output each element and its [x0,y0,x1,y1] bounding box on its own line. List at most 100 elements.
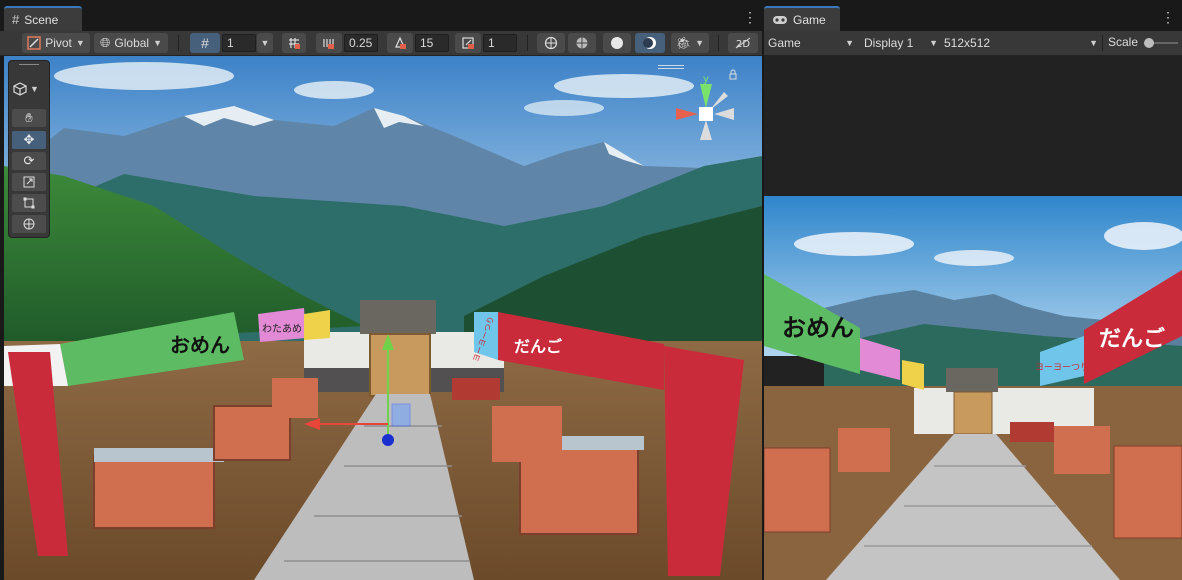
scale-snap-field[interactable]: 1 [483,34,517,52]
left-mid-sign-text: わたあめ [262,323,302,335]
scene-tabstrip: # Scene ⋮ [0,0,762,31]
gizmo-cone-y [700,84,712,108]
gizmo-cone-x [676,108,698,120]
increment-snap-field[interactable]: 0.25 [344,34,378,52]
shaded-wireframe-button[interactable] [568,33,596,53]
chevron-down-icon: ▼ [75,38,85,48]
game-cloud [934,250,1014,266]
resolution-label: 512x512 [944,36,991,50]
display-label: Display 1 [864,36,914,50]
pivot-label: Pivot [45,36,72,50]
grid-size-dropdown[interactable]: ▼ [257,33,273,53]
global-label: Global [114,36,150,50]
move-tool-button[interactable]: ✥ [12,131,46,149]
lit-mode-button[interactable] [635,33,665,53]
wireframe-shading-button[interactable] [537,33,565,53]
scale-snap-icon [462,37,474,49]
pivot-dropdown[interactable]: Pivot ▼ [22,33,90,53]
snap-grid-icon [289,38,300,49]
grid-size-field[interactable]: 1 [222,34,256,52]
rect-tool-button[interactable] [12,194,46,212]
game-gate-door [953,391,993,435]
cloud [54,62,234,90]
gizmo-plane-handle [391,403,411,427]
lit-sphere-icon [643,37,656,49]
chevron-down-icon: ▼ [260,38,270,48]
scene-more-options-icon[interactable]: ⋮ [743,10,757,24]
pivot-icon [27,36,41,50]
rotate-snap-field[interactable]: 15 [415,34,449,52]
grid-visibility-toggle[interactable]: # [190,33,220,53]
gizmo-cone-negy [700,120,712,140]
scale-icon [23,176,35,188]
display-dropdown[interactable]: Display 1 ▼ [864,34,938,52]
wireframe-sphere-icon [544,36,558,50]
grid-icon: # [201,35,209,51]
scale-slider[interactable] [1144,38,1178,48]
game-right-sign-text: だんご [1099,326,1165,352]
scene-tab[interactable]: # Scene [4,6,82,31]
rotate-tool-button[interactable]: ⟳ [12,152,46,170]
chevron-down-icon: ▼ [1089,38,1098,48]
chevron-down-icon: ▼ [929,38,938,48]
cloud [524,100,604,116]
2d-mode-toggle[interactable]: 2D [728,33,758,53]
game-left-sign-text: おめん [782,314,854,342]
hand-tool-button[interactable]: ✋︎ [12,109,46,127]
scene-tab-label: Scene [24,12,59,27]
2d-toggle-icon: 2D [735,37,750,49]
chevron-down-icon: ▼ [845,38,854,48]
rect-transform-icon [23,197,35,209]
resolution-dropdown[interactable]: 512x512 ▼ [944,34,1098,52]
scene-toolbar: Pivot ▼ 🌐︎ Global ▼ # 1 ▼ 0.25 15 1 🐞︎ ▼ [0,31,762,56]
svg-text:2D: 2D [736,39,750,49]
game-mode-label: Game [768,36,801,50]
view-options-dropdown[interactable]: ▼ [13,81,43,97]
game-right-stall-body [1113,445,1182,539]
lock-icon[interactable] [729,69,737,80]
grid-snap-button[interactable] [282,33,306,53]
scale-label: Scale [1108,35,1139,49]
gizmo-center-handle [382,434,394,446]
right-far-stall [452,378,500,400]
game-cloud [1104,222,1182,250]
chevron-down-icon: ▼ [695,38,705,48]
debug-draw-mode-dropdown[interactable]: 🐞︎ ▼ [671,33,709,53]
game-view-area: おめん だんご ヨーヨーつり [764,56,1182,580]
game-tab[interactable]: Game [764,6,840,31]
shaded-mode-button[interactable] [603,33,631,53]
toolbar-divider [1102,35,1103,51]
game-left-mid-body [838,428,890,472]
game-view[interactable]: おめん だんご ヨーヨーつり [764,196,1182,580]
game-right-far-stall [1010,422,1054,442]
chevron-down-icon: ▼ [153,38,162,48]
scale-slider-handle[interactable] [1144,38,1154,48]
cube-icon [13,82,27,96]
transform-all-icon [23,218,35,230]
toolbar-divider [718,35,719,51]
game-right-mid-body [1054,426,1110,474]
cloud [294,81,374,99]
global-dropdown[interactable]: 🌐︎ Global ▼ [94,33,168,53]
game-tabstrip: Game ⋮ [764,0,1182,31]
game-mode-dropdown[interactable]: Game ▼ [768,34,854,52]
gate-roof [360,300,436,334]
palette-drag-handle[interactable] [19,64,39,65]
scene-viewport[interactable]: おめん わたあめ だんご ヨーヨーつり y [4,56,762,580]
toolbar-divider [178,35,179,51]
transform-tool-button[interactable] [12,215,46,233]
left-stall-body [93,455,215,529]
scale-tool-button[interactable] [12,173,46,191]
orientation-gizmo[interactable]: y [668,68,740,160]
game-render: おめん だんご ヨーヨーつり [764,196,1182,580]
rotate-snap-icon [395,36,406,49]
shaded-wireframe-icon [576,37,588,49]
increment-snap-icon [323,39,334,49]
scale-snap-icon-button[interactable] [455,33,481,53]
gizmo-y-label: y [703,74,709,85]
game-more-options-icon[interactable]: ⋮ [1161,10,1175,24]
shaded-sphere-icon [611,37,623,49]
rotate-snap-icon-button[interactable] [387,33,413,53]
gizmo-cone-negx [714,108,734,120]
increment-snap-icon-button[interactable] [316,33,342,53]
